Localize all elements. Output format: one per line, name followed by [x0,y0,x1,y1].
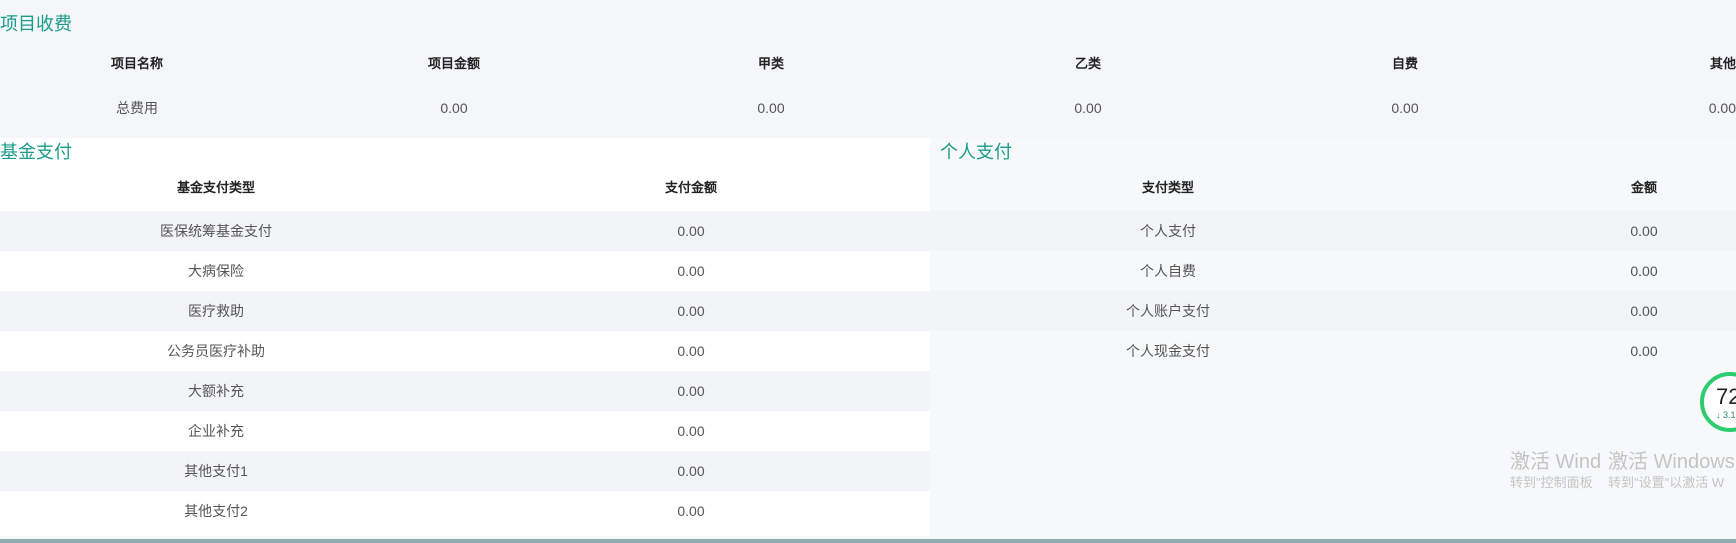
cell: 个人自费 [1140,263,1196,279]
table-row: 个人自费 0.00 [930,251,1736,291]
cell: 0.00 [677,223,705,239]
cell: 0.00 [1630,303,1658,319]
watermark-text: 转到"设置"以激活 W [1608,475,1725,490]
cell: 其他支付1 [184,463,248,479]
col-header: 乙类 [1074,56,1101,71]
table-row: 个人账户支付 0.00 [930,291,1736,331]
cell: 0.00 [677,343,705,359]
cell: 0.00 [1630,343,1658,359]
project-fees-section: 项目收费 项目名称 项目金额 甲类 乙类 自费 其他 总费用 0.00 0.00… [0,0,1736,138]
cell: 0.00 [677,503,705,519]
speed-subtext: ↓ 3.1 [1716,410,1736,420]
cell: 0.00 [677,423,705,439]
cell: 医疗救助 [188,303,244,319]
cell: 0.00 [1630,223,1658,239]
cell: 总费用 [116,100,158,116]
col-header: 项目名称 [110,56,163,71]
cell: 医保统筹基金支付 [160,223,272,239]
col-header: 项目金额 [427,56,480,71]
project-fees-title: 项目收费 [0,14,72,34]
cell: 0.00 [440,100,468,116]
personal-payment-header-row: 支付类型 金额 [930,168,1736,208]
table-row: 其他支付2 0.00 [0,491,930,531]
cell: 企业补充 [188,423,244,439]
cell: 0.00 [1708,100,1736,116]
col-header: 自费 [1391,56,1418,71]
watermark-text: 转到"控制面板 [1510,475,1593,490]
cell: 个人账户支付 [1126,303,1210,319]
cell: 个人现金支付 [1126,343,1210,359]
cell: 0.00 [1391,100,1419,116]
speed-value: 72 [1716,384,1736,409]
cell: 0.00 [1074,100,1102,116]
table-row: 医疗救助 0.00 [0,291,930,331]
watermark-text: 激活 Windows [1608,451,1735,473]
col-header: 支付金额 [664,180,717,195]
project-fees-header-row: 项目名称 项目金额 甲类 乙类 自费 其他 [0,44,1736,84]
table-row: 总费用 0.00 0.00 0.00 0.00 0.00 [0,88,1736,128]
cell: 0.00 [677,383,705,399]
table-row: 公务员医疗补助 0.00 [0,331,930,371]
cell: 公务员医疗补助 [167,343,265,359]
col-header: 支付类型 [1141,180,1194,195]
table-row: 大病保险 0.00 [0,251,930,291]
table-row: 医保统筹基金支付 0.00 [0,211,930,251]
cell: 0.00 [677,463,705,479]
cell: 0.00 [677,263,705,279]
fund-payment-section: 基金支付 基金支付类型 支付金额 医保统筹基金支付 0.00 大病保险 0.00… [0,138,930,543]
cell: 其他支付2 [184,503,248,519]
bottom-divider [0,539,1736,543]
watermark-text: 激活 Wind [1510,451,1602,473]
table-row: 大额补充 0.00 [0,371,930,411]
cell: 0.00 [1630,263,1658,279]
table-row: 个人现金支付 0.00 [930,331,1736,371]
table-row: 企业补充 0.00 [0,411,930,451]
personal-payment-title: 个人支付 [940,142,1012,162]
cell: 0.00 [757,100,785,116]
col-header: 金额 [1630,180,1657,195]
col-header: 其他 [1709,56,1736,71]
cell: 0.00 [677,303,705,319]
fund-payment-header-row: 基金支付类型 支付金额 [0,168,930,208]
cell: 大病保险 [188,263,244,279]
col-header: 基金支付类型 [176,180,255,195]
cell: 个人支付 [1140,223,1196,239]
fund-payment-title: 基金支付 [0,142,72,162]
table-row: 其他支付1 0.00 [0,451,930,491]
table-row: 个人支付 0.00 [930,211,1736,251]
col-header: 甲类 [757,56,784,71]
cell: 大额补充 [188,383,244,399]
